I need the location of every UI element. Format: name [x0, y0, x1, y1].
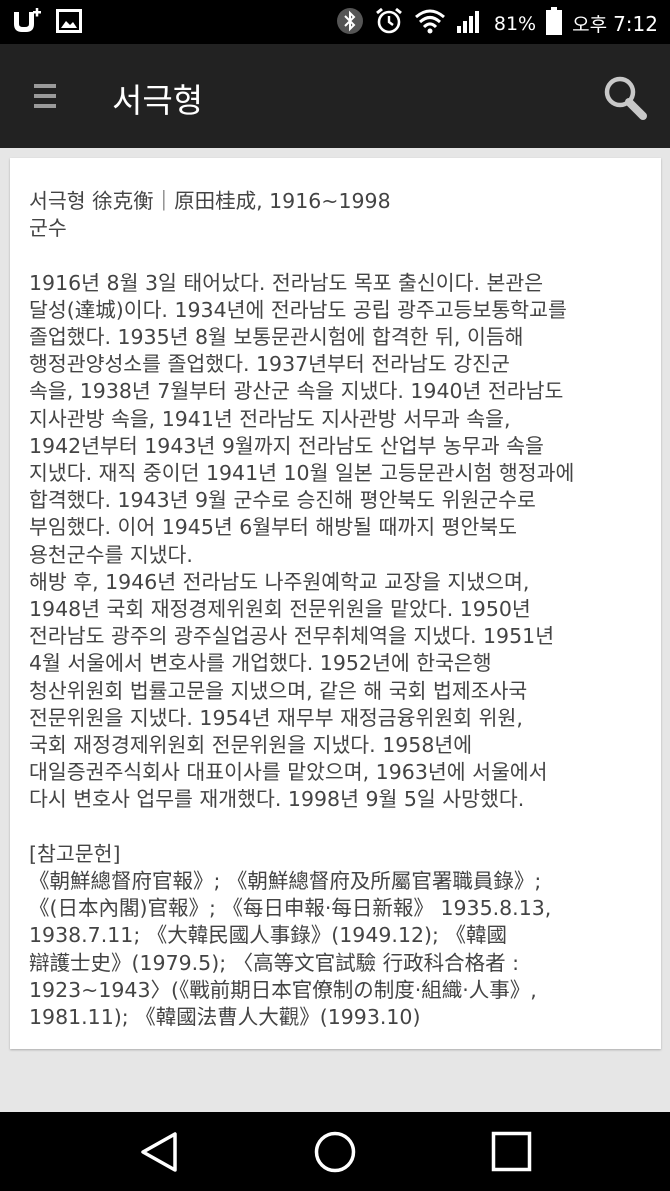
time-value: 7:12 — [613, 11, 658, 36]
article-body-line: 1942년부터 1943년 9월까지 전라남도 산업부 농무과 속을 — [29, 433, 544, 458]
article-body-line: 전문위원을 지냈다. 1954년 재무부 재정금융위원회 위원, — [29, 705, 523, 730]
article-body-line: 속을, 1938년 7월부터 광산군 속을 지냈다. 1940년 전라남도 — [29, 379, 564, 404]
image-icon — [56, 9, 82, 37]
time-ampm: 오후 — [572, 14, 608, 36]
article-body-line: 대일증권주식회사 대표이사를 맡았으며, 1963년에 서울에서 — [29, 760, 548, 785]
wifi-icon — [414, 8, 446, 39]
menu-icon[interactable] — [34, 84, 56, 110]
alarm-icon — [374, 6, 404, 41]
page-title: 서극형 — [112, 81, 204, 120]
search-icon[interactable] — [602, 74, 648, 120]
article-body-line: 해방 후, 1946년 전라남도 나주원예학교 교장을 지냈으며, — [29, 569, 530, 594]
recents-icon[interactable] — [490, 1130, 534, 1178]
reference-line: 《朝鮮總督府官報》; 《朝鮮總督府及所屬官署職員錄》; — [29, 869, 542, 894]
references-heading: [참고문헌] — [29, 841, 121, 866]
article-body-line: 용천군수를 지냈다. — [29, 542, 193, 567]
reference-line: 1923~1943〉(《戰前期日本官僚制の制度·組織·人事》, — [29, 977, 537, 1002]
article-header-line: 서극형 徐克衡｜原田桂成, 1916~1998 — [29, 189, 391, 213]
article-body-line: 졸업했다. 1935년 8월 보통문관시험에 합격한 뒤, 이듬해 — [29, 325, 524, 349]
article-body-line: 달성(達城)이다. 1934년에 전라남도 공립 광주고등보통학교를 — [29, 297, 567, 322]
reference-line: 1938.7.11; 《大韓民國人事錄》(1949.12); 《韓國 — [29, 923, 507, 948]
reference-line: 《(日本內閣)官報》; 《每日申報·每日新報》 1935.8.13, — [29, 896, 552, 921]
back-icon[interactable] — [138, 1130, 182, 1178]
u-plus-icon — [12, 8, 42, 38]
article-body-line: 1916년 8월 3일 태어났다. 전라남도 목포 출신이다. 본관은 — [29, 270, 544, 295]
article-body-line: 지사관방 속을, 1941년 전라남도 지사관방 서무과 속을, — [29, 406, 511, 431]
battery-icon — [546, 7, 563, 40]
bluetooth-icon — [336, 7, 364, 40]
signal-icon — [456, 8, 484, 39]
article-body-line: 부임했다. 이어 1945년 6월부터 해방될 때까지 평안북도 — [29, 515, 518, 540]
article-body-line: 국회 재정경제위원회 전문위원을 지냈다. 1958년에 — [29, 733, 473, 758]
article-body-line: 4월 서울에서 변호사를 개업했다. 1952년에 한국은행 — [29, 651, 492, 676]
article-body-line: 청산위원회 법률고문을 지냈으며, 같은 해 국회 법제조사국 — [29, 678, 528, 703]
battery-percent: 81% — [493, 12, 537, 35]
article-body-line: 지냈다. 재직 중이던 1941년 10월 일본 고등문관시험 행정과에 — [29, 461, 575, 486]
article-header-line: 군수 — [29, 216, 67, 241]
status-bar: 81% 오후 7:12 — [0, 0, 670, 44]
reference-line: 辯護士史》(1979.5); 〈高等文官試驗 行政科合格者 : — [29, 950, 520, 975]
article-body-line: 전라남도 광주의 광주실업공사 전무취체역을 지냈다. 1951년 — [29, 624, 555, 649]
reference-line: 1981.11); 《韓國法曹人大觀》(1993.10) — [29, 1005, 421, 1030]
article-card: 서극형 徐克衡｜原田桂成, 1916~1998 군수 1916년 8월 3일 태… — [10, 158, 661, 1049]
app-bar: 서극형 — [0, 44, 670, 148]
navigation-bar — [0, 1112, 670, 1191]
home-icon[interactable] — [313, 1130, 357, 1178]
article-body-line: 1948년 국회 재정경제위원회 전문위원을 맡았다. 1950년 — [29, 597, 531, 622]
article-body-line: 합격했다. 1943년 9월 군수로 승진해 평안북도 위원군수로 — [29, 488, 536, 513]
content-area: 서극형 徐克衡｜原田桂成, 1916~1998 군수 1916년 8월 3일 태… — [0, 148, 670, 1112]
article-body-line: 다시 변호사 업무를 재개했다. 1998년 9월 5일 사망했다. — [29, 787, 525, 812]
article-body-line: 행정관양성소를 졸업했다. 1937년부터 전라남도 강진군 — [29, 352, 510, 377]
